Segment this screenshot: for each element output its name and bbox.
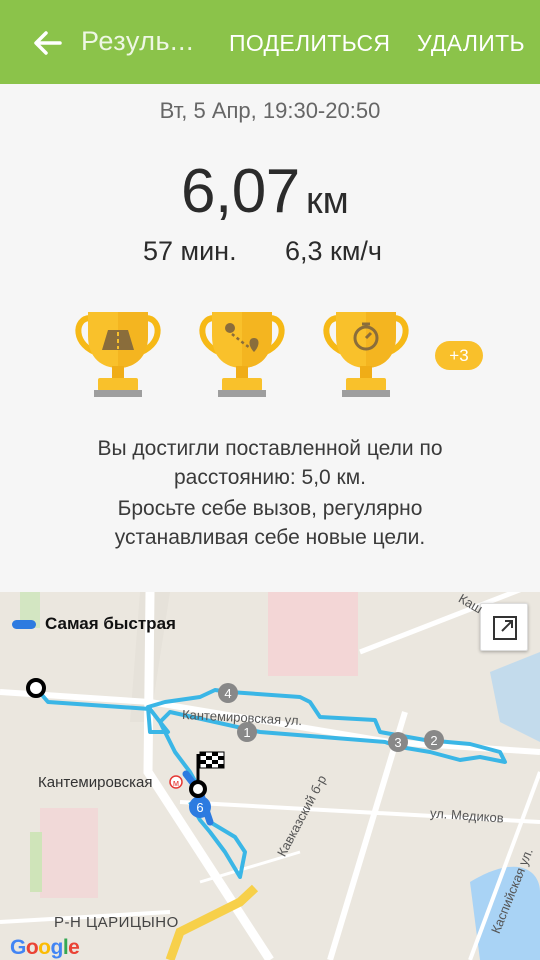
google-logo: Google: [10, 936, 80, 959]
expand-icon: [493, 616, 517, 640]
trophy-stopwatch-icon[interactable]: [318, 306, 414, 402]
km-marker-2-label: 2: [430, 733, 437, 748]
challenge-message: Бросьте себе вызов, регулярно устанавлив…: [0, 494, 540, 552]
duration-value: 57 мин.: [143, 236, 237, 266]
more-achievements-badge[interactable]: +3: [435, 341, 483, 370]
challenge-message-line2: устанавливая себе новые цели.: [114, 526, 426, 549]
km-marker-4-label: 4: [224, 686, 231, 701]
back-arrow-icon[interactable]: [30, 26, 64, 60]
distance-value: 6,07: [181, 157, 300, 226]
svg-text:м: м: [173, 778, 179, 788]
challenge-message-line1: Бросьте себе вызов, регулярно: [117, 497, 423, 520]
km-marker-3-label: 3: [394, 735, 401, 750]
expand-map-button[interactable]: [480, 603, 528, 651]
goal-message: Вы достигли поставленной цели по расстоя…: [0, 434, 540, 492]
app-bar: Резуль... ПОДЕЛИТЬСЯ УДАЛИТЬ: [0, 0, 540, 84]
district-label: Р-Н ЦАРИЦЫНО: [54, 914, 179, 931]
page-title: Резуль...: [81, 26, 195, 56]
workout-date-time: Вт, 5 Апр, 19:30-20:50: [159, 98, 381, 123]
route-legend: Самая быстрая: [12, 612, 176, 636]
speed-value: 6,3 км/ч: [285, 236, 382, 266]
metro-station-label: Кантемировская: [38, 774, 153, 791]
delete-button[interactable]: УДАЛИТЬ: [417, 30, 525, 57]
km-marker-6-label: 6: [196, 800, 203, 815]
goal-message-line1: Вы достигли поставленной цели по: [97, 437, 443, 460]
distance-unit: км: [306, 180, 349, 222]
share-button[interactable]: ПОДЕЛИТЬСЯ: [229, 30, 390, 57]
goal-message-line2: расстоянию: 5,0 км.: [173, 466, 367, 489]
legend-label: Самая быстрая: [45, 614, 176, 633]
km-marker-1-label: 1: [243, 725, 250, 740]
trophy-route-icon[interactable]: [194, 306, 290, 402]
trophy-road-icon[interactable]: [70, 306, 166, 402]
fastest-route-swatch: [12, 619, 36, 629]
